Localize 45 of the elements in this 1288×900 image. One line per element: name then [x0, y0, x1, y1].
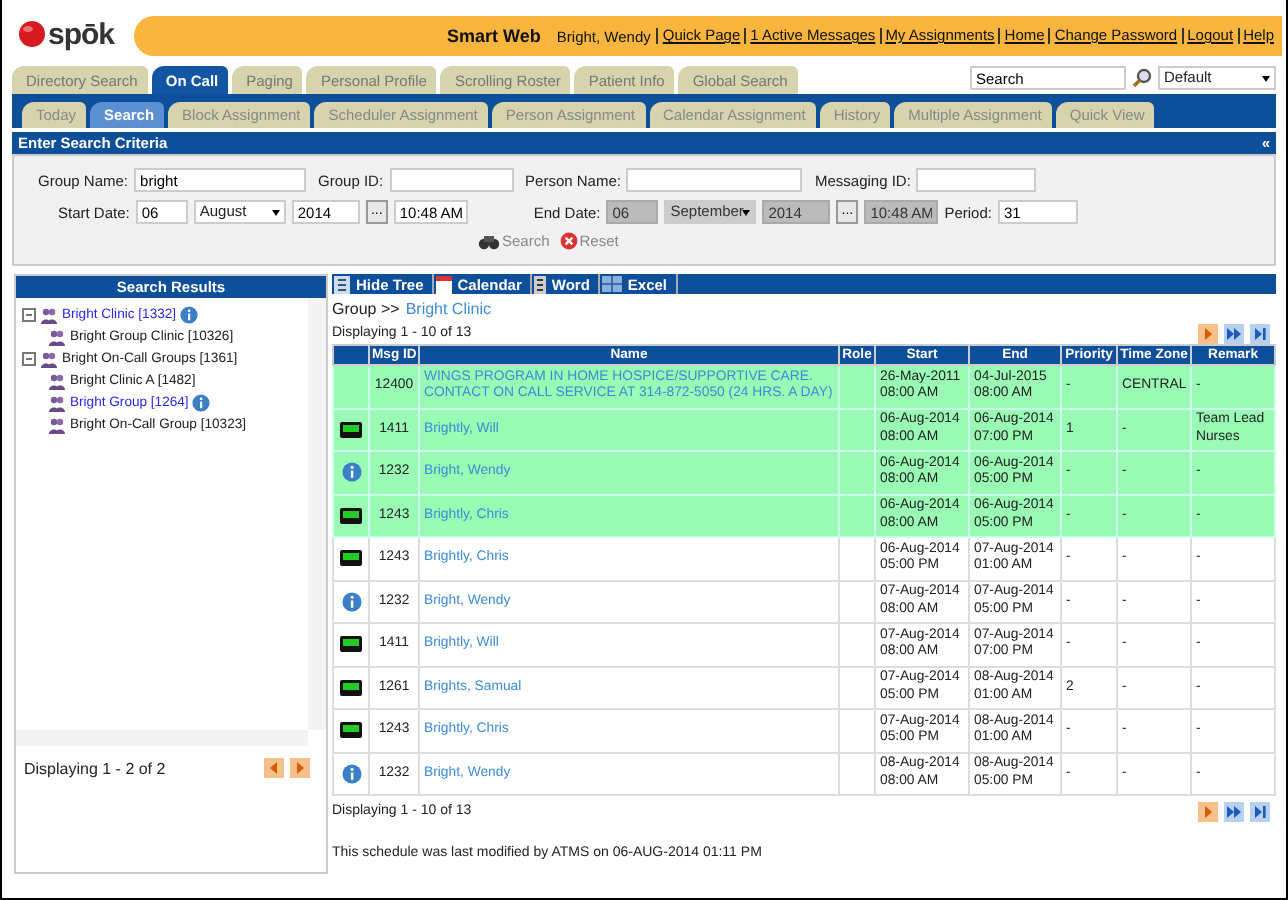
text-field[interactable]: [389, 168, 514, 192]
search-icon[interactable]: [1132, 68, 1152, 88]
last-page-icon[interactable]: [1250, 323, 1270, 343]
pager-icon: [340, 679, 362, 696]
results-count: Displaying 1 - 2 of 2: [24, 759, 166, 777]
breadcrumb-link[interactable]: Bright Clinic: [405, 300, 491, 318]
pager-icon: [340, 722, 362, 739]
horizontal-scrollbar[interactable]: [16, 730, 308, 746]
list-icon: [334, 275, 350, 293]
info-icon[interactable]: [180, 306, 199, 324]
collapse-toggle-icon[interactable]: [22, 352, 36, 366]
calendar-icon: [435, 275, 452, 293]
pager-icon: [340, 507, 362, 524]
pager-icon: [340, 550, 362, 567]
fast-forward-icon[interactable]: [1224, 323, 1244, 343]
group-icon: [48, 395, 66, 411]
breadcrumb-label: Group >>: [332, 300, 400, 318]
group-icon: [40, 351, 58, 367]
info-icon: [341, 462, 361, 483]
collapse-toggle-icon[interactable]: [22, 308, 36, 322]
info-icon[interactable]: [192, 394, 211, 412]
spreadsheet-icon: [601, 276, 622, 292]
logo-text: spōk: [48, 17, 115, 51]
fast-forward-icon[interactable]: [1224, 801, 1244, 821]
text-field[interactable]: [626, 168, 803, 192]
pager-icon: [340, 421, 362, 438]
previous-page-icon[interactable]: [264, 758, 284, 778]
info-icon: [341, 591, 361, 612]
vertical-scrollbar[interactable]: [308, 298, 326, 730]
clear-icon: [559, 232, 578, 250]
info-icon: [341, 763, 361, 784]
next-page-icon[interactable]: [1198, 801, 1218, 821]
group-icon: [48, 417, 66, 433]
group-icon: [40, 307, 58, 323]
pager-icon: [340, 636, 362, 653]
logo-ball-icon: [18, 20, 46, 48]
document-icon: [533, 275, 546, 293]
last-page-icon[interactable]: [1250, 801, 1270, 821]
binoculars-icon: [478, 233, 500, 249]
app-title: Smart Web: [447, 26, 541, 46]
next-page-icon[interactable]: [290, 758, 310, 778]
group-icon: [48, 329, 66, 345]
text-field[interactable]: [916, 168, 1037, 192]
next-page-icon[interactable]: [1198, 323, 1218, 343]
group-icon: [48, 373, 66, 389]
